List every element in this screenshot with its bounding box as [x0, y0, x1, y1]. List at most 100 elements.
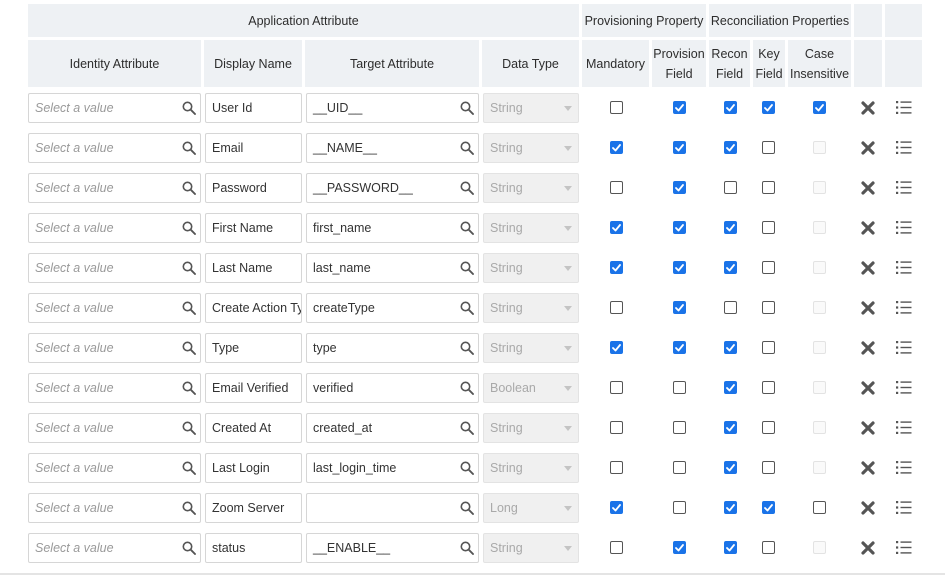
- list-details-icon[interactable]: [896, 301, 912, 315]
- recon-field-checkbox[interactable]: [724, 421, 737, 434]
- mandatory-checkbox[interactable]: [610, 141, 623, 154]
- provision-field-checkbox[interactable]: [673, 261, 686, 274]
- key-field-checkbox[interactable]: [762, 541, 775, 554]
- target-attribute-input[interactable]: __NAME__: [306, 133, 479, 163]
- display-name-input[interactable]: Type: [205, 333, 302, 363]
- search-icon[interactable]: [181, 180, 197, 196]
- delete-icon[interactable]: [861, 421, 875, 435]
- delete-icon[interactable]: [861, 101, 875, 115]
- search-icon[interactable]: [181, 380, 197, 396]
- key-field-checkbox[interactable]: [762, 141, 775, 154]
- recon-field-checkbox[interactable]: [724, 381, 737, 394]
- recon-field-checkbox[interactable]: [724, 261, 737, 274]
- target-attribute-input[interactable]: createType: [306, 293, 479, 323]
- mandatory-checkbox[interactable]: [610, 541, 623, 554]
- delete-icon[interactable]: [861, 541, 875, 555]
- search-icon[interactable]: [459, 100, 475, 116]
- delete-icon[interactable]: [861, 261, 875, 275]
- key-field-checkbox[interactable]: [762, 181, 775, 194]
- search-icon[interactable]: [181, 220, 197, 236]
- provision-field-checkbox[interactable]: [673, 141, 686, 154]
- target-attribute-input[interactable]: last_login_time: [306, 453, 479, 483]
- target-attribute-input[interactable]: first_name: [306, 213, 479, 243]
- key-field-checkbox[interactable]: [762, 501, 775, 514]
- recon-field-checkbox[interactable]: [724, 541, 737, 554]
- search-icon[interactable]: [459, 420, 475, 436]
- search-icon[interactable]: [181, 300, 197, 316]
- search-icon[interactable]: [459, 540, 475, 556]
- search-icon[interactable]: [181, 260, 197, 276]
- key-field-checkbox[interactable]: [762, 381, 775, 394]
- list-details-icon[interactable]: [896, 381, 912, 395]
- delete-icon[interactable]: [861, 181, 875, 195]
- case-insensitive-checkbox[interactable]: [813, 501, 826, 514]
- key-field-checkbox[interactable]: [762, 301, 775, 314]
- recon-field-checkbox[interactable]: [724, 301, 737, 314]
- delete-icon[interactable]: [861, 461, 875, 475]
- provision-field-checkbox[interactable]: [673, 421, 686, 434]
- identity-attribute-input[interactable]: Select a value: [28, 533, 201, 563]
- display-name-input[interactable]: First Name: [205, 213, 302, 243]
- recon-field-checkbox[interactable]: [724, 101, 737, 114]
- list-details-icon[interactable]: [896, 141, 912, 155]
- identity-attribute-input[interactable]: Select a value: [28, 213, 201, 243]
- display-name-input[interactable]: Email Verified: [205, 373, 302, 403]
- search-icon[interactable]: [459, 300, 475, 316]
- provision-field-checkbox[interactable]: [673, 221, 686, 234]
- delete-icon[interactable]: [861, 381, 875, 395]
- list-details-icon[interactable]: [896, 461, 912, 475]
- mandatory-checkbox[interactable]: [610, 221, 623, 234]
- display-name-input[interactable]: Created At: [205, 413, 302, 443]
- list-details-icon[interactable]: [896, 501, 912, 515]
- search-icon[interactable]: [459, 260, 475, 276]
- recon-field-checkbox[interactable]: [724, 221, 737, 234]
- search-icon[interactable]: [459, 500, 475, 516]
- provision-field-checkbox[interactable]: [673, 341, 686, 354]
- search-icon[interactable]: [181, 460, 197, 476]
- identity-attribute-input[interactable]: Select a value: [28, 173, 201, 203]
- list-details-icon[interactable]: [896, 421, 912, 435]
- provision-field-checkbox[interactable]: [673, 301, 686, 314]
- list-details-icon[interactable]: [896, 261, 912, 275]
- delete-icon[interactable]: [861, 221, 875, 235]
- mandatory-checkbox[interactable]: [610, 341, 623, 354]
- mandatory-checkbox[interactable]: [610, 421, 623, 434]
- display-name-input[interactable]: User Id: [205, 93, 302, 123]
- list-details-icon[interactable]: [896, 181, 912, 195]
- recon-field-checkbox[interactable]: [724, 501, 737, 514]
- search-icon[interactable]: [459, 220, 475, 236]
- display-name-input[interactable]: Last Login: [205, 453, 302, 483]
- identity-attribute-input[interactable]: Select a value: [28, 493, 201, 523]
- key-field-checkbox[interactable]: [762, 221, 775, 234]
- identity-attribute-input[interactable]: Select a value: [28, 373, 201, 403]
- provision-field-checkbox[interactable]: [673, 381, 686, 394]
- key-field-checkbox[interactable]: [762, 101, 775, 114]
- mandatory-checkbox[interactable]: [610, 261, 623, 274]
- display-name-input[interactable]: Zoom Server: [205, 493, 302, 523]
- search-icon[interactable]: [459, 140, 475, 156]
- recon-field-checkbox[interactable]: [724, 461, 737, 474]
- search-icon[interactable]: [181, 340, 197, 356]
- target-attribute-input[interactable]: last_name: [306, 253, 479, 283]
- display-name-input[interactable]: Password: [205, 173, 302, 203]
- identity-attribute-input[interactable]: Select a value: [28, 453, 201, 483]
- identity-attribute-input[interactable]: Select a value: [28, 333, 201, 363]
- identity-attribute-input[interactable]: Select a value: [28, 293, 201, 323]
- target-attribute-input[interactable]: [306, 493, 479, 523]
- search-icon[interactable]: [181, 140, 197, 156]
- recon-field-checkbox[interactable]: [724, 341, 737, 354]
- mandatory-checkbox[interactable]: [610, 301, 623, 314]
- list-details-icon[interactable]: [896, 101, 912, 115]
- key-field-checkbox[interactable]: [762, 421, 775, 434]
- list-details-icon[interactable]: [896, 221, 912, 235]
- target-attribute-input[interactable]: created_at: [306, 413, 479, 443]
- target-attribute-input[interactable]: __PASSWORD__: [306, 173, 479, 203]
- list-details-icon[interactable]: [896, 541, 912, 555]
- delete-icon[interactable]: [861, 141, 875, 155]
- provision-field-checkbox[interactable]: [673, 501, 686, 514]
- search-icon[interactable]: [459, 180, 475, 196]
- identity-attribute-input[interactable]: Select a value: [28, 133, 201, 163]
- display-name-input[interactable]: status: [205, 533, 302, 563]
- search-icon[interactable]: [459, 340, 475, 356]
- provision-field-checkbox[interactable]: [673, 461, 686, 474]
